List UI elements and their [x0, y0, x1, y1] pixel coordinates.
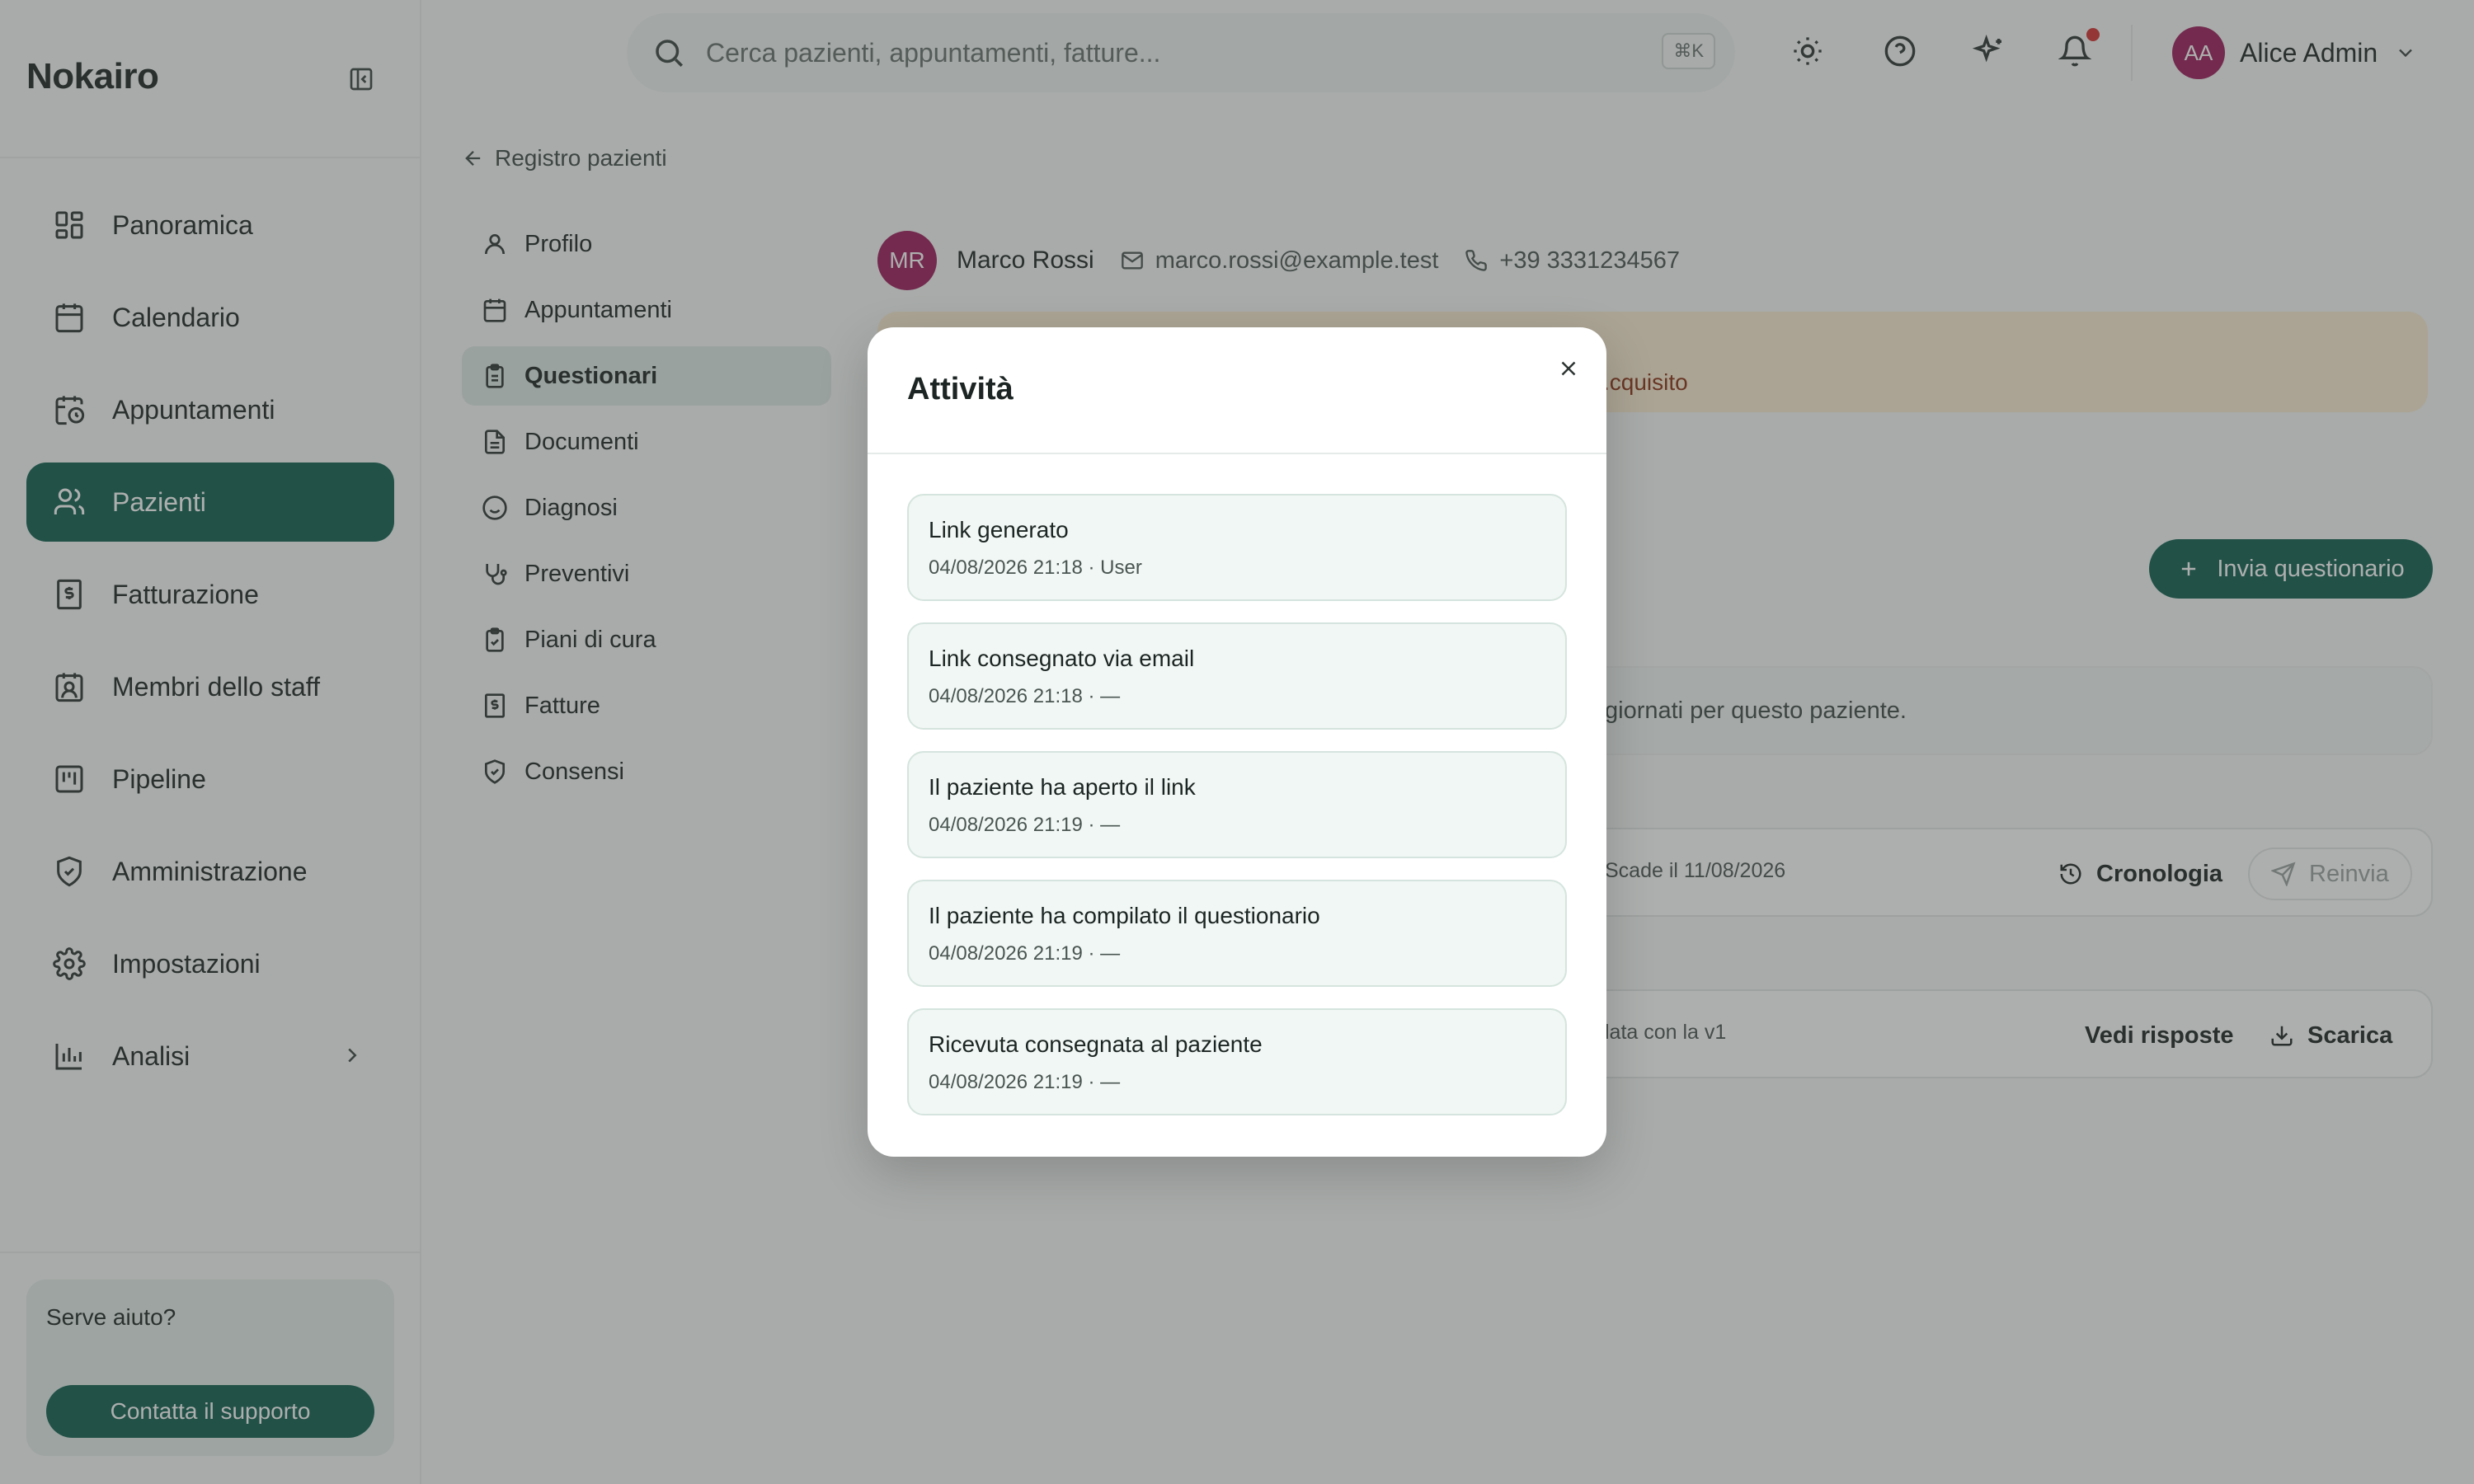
- activity-title: Il paziente ha aperto il link: [929, 774, 1196, 800]
- activity-item: Il paziente ha compilato il questionario…: [907, 880, 1567, 987]
- activity-meta: 04/08/2026 21:18 · User: [929, 556, 1142, 579]
- modal-divider: [868, 453, 1606, 454]
- modal-title: Attività: [907, 372, 1014, 406]
- close-icon[interactable]: [1552, 352, 1585, 385]
- activity-meta: 04/08/2026 21:18 · —: [929, 685, 1121, 707]
- activity-item: Link consegnato via email 04/08/2026 21:…: [907, 622, 1567, 730]
- activity-title: Ricevuta consegnata al paziente: [929, 1031, 1263, 1057]
- activity-item: Ricevuta consegnata al paziente 04/08/20…: [907, 1008, 1567, 1115]
- activity-title: Link consegnato via email: [929, 646, 1195, 671]
- activity-list: Link generato 04/08/2026 21:18 · User Li…: [907, 494, 1567, 1137]
- activity-modal: Attività Link generato 04/08/2026 21:18 …: [868, 327, 1606, 1157]
- activity-item: Link generato 04/08/2026 21:18 · User: [907, 494, 1567, 601]
- activity-title: Link generato: [929, 517, 1069, 542]
- activity-meta: 04/08/2026 21:19 · —: [929, 1071, 1121, 1093]
- activity-item: Il paziente ha aperto il link 04/08/2026…: [907, 751, 1567, 858]
- activity-meta: 04/08/2026 21:19 · —: [929, 814, 1121, 836]
- activity-meta: 04/08/2026 21:19 · —: [929, 942, 1121, 965]
- activity-title: Il paziente ha compilato il questionario: [929, 903, 1320, 928]
